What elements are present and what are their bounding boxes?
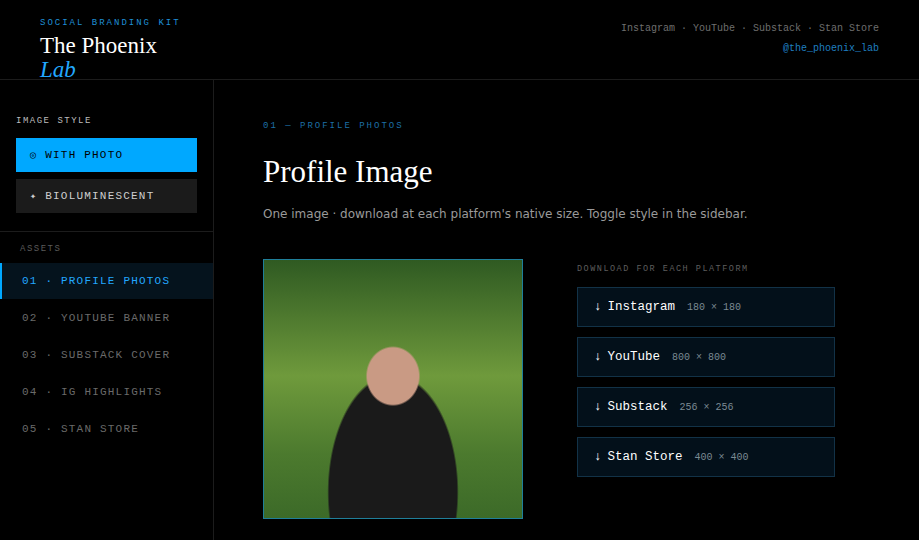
download-icon: ↓	[594, 400, 602, 414]
download-platform: Stan Store	[608, 450, 683, 464]
download-platform: Instagram	[608, 300, 676, 314]
download-platform: YouTube	[608, 350, 661, 364]
section-title: Profile Image	[263, 153, 899, 191]
download-size: 180 × 180	[687, 302, 741, 313]
download-button[interactable]: ↓ Stan Store 400 × 400	[577, 437, 835, 477]
brand-title: The Phoenix	[40, 34, 181, 58]
download-size: 800 × 800	[672, 352, 726, 363]
download-size: 400 × 400	[695, 452, 749, 463]
style-button[interactable]: ✦ BIOLUMINESCENT	[16, 179, 197, 213]
download-button[interactable]: ↓ Substack 256 × 256	[577, 387, 835, 427]
style-icon: ✦	[30, 190, 37, 202]
profile-photo	[263, 259, 523, 519]
main-content: 01 — PROFILE PHOTOS Profile Image One imag…	[214, 80, 919, 540]
style-label: IMAGE STYLE	[16, 116, 197, 126]
download-icon: ↓	[594, 350, 602, 364]
sidebar-item[interactable]: 02 · YOUTUBE BANNER	[0, 300, 213, 336]
downloads-label: DOWNLOAD FOR EACH PLATFORM	[577, 264, 835, 274]
style-section: IMAGE STYLE ◎ WITH PHOTO ✦ BIOLUMINESCENT	[0, 80, 213, 232]
page: SOCIAL BRANDING KIT The PhoenixLab Instagr…	[0, 0, 919, 540]
sidebar-item[interactable]: 01 · PROFILE PHOTOS	[0, 263, 213, 299]
style-label-text: WITH PHOTO	[45, 149, 123, 161]
sidebar-item[interactable]: 04 · IG HIGHLIGHTS	[0, 374, 213, 410]
assets-label: ASSETS	[0, 244, 213, 254]
style-icon: ◎	[30, 149, 37, 161]
sidebar-item[interactable]: 03 · SUBSTACK COVER	[0, 337, 213, 373]
body: IMAGE STYLE ◎ WITH PHOTO ✦ BIOLUMINESCENT ASS…	[0, 80, 919, 540]
style-button[interactable]: ◎ WITH PHOTO	[16, 138, 197, 172]
content-row: DOWNLOAD FOR EACH PLATFORM ↓ Instagram 180 …	[263, 259, 899, 519]
handle: @the_phoenix_lab	[621, 43, 879, 54]
brand: SOCIAL BRANDING KIT The PhoenixLab	[40, 18, 181, 79]
download-icon: ↓	[594, 450, 602, 464]
sidebar: IMAGE STYLE ◎ WITH PHOTO ✦ BIOLUMINESCENT ASS…	[0, 80, 214, 540]
section-subtitle: One image · download at each platform's …	[263, 207, 899, 221]
sidebar-item[interactable]: 05 · STAN STORE	[0, 411, 213, 447]
download-platform: Substack	[608, 400, 668, 414]
header-meta: Instagram · YouTube · Substack · Stan St…	[621, 18, 879, 79]
download-button[interactable]: ↓ Instagram 180 × 180	[577, 287, 835, 327]
brand-eyebrow: SOCIAL BRANDING KIT	[40, 18, 181, 28]
style-label-text: BIOLUMINESCENT	[45, 190, 154, 202]
download-size: 256 × 256	[680, 402, 734, 413]
download-icon: ↓	[594, 300, 602, 314]
platform-list: Instagram · YouTube · Substack · Stan St…	[621, 23, 879, 34]
download-button[interactable]: ↓ YouTube 800 × 800	[577, 337, 835, 377]
assets-section: ASSETS 01 · PROFILE PHOTOS02 · YOUTUBE BA…	[0, 232, 213, 447]
section-eyebrow: 01 — PROFILE PHOTOS	[263, 121, 899, 131]
header: SOCIAL BRANDING KIT The PhoenixLab Instagr…	[0, 0, 919, 80]
downloads: DOWNLOAD FOR EACH PLATFORM ↓ Instagram 180 …	[577, 259, 835, 519]
brand-accent: Lab	[40, 58, 181, 82]
